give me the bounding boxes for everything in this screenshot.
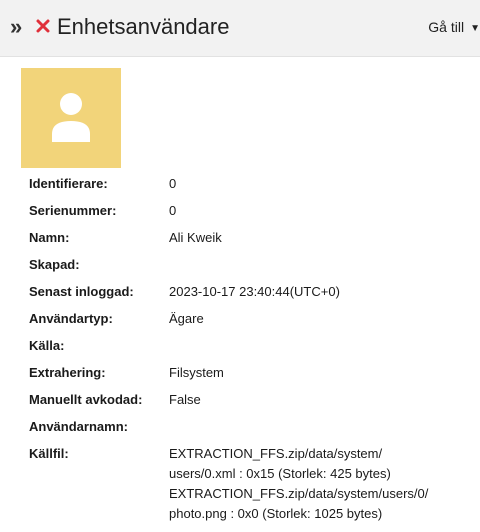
property-value: [169, 332, 469, 359]
avatar: [21, 68, 121, 168]
expand-panel-icon[interactable]: »: [10, 16, 22, 38]
property-label: Källa:: [29, 338, 65, 353]
source-file-value: EXTRACTION_FFS.zip/data/system/users/0.x…: [169, 440, 469, 524]
property-label: Namn:: [29, 230, 70, 245]
source-file-row: Källfil: EXTRACTION_FFS.zip/data/system/u…: [29, 440, 469, 524]
property-value: 0: [169, 203, 177, 218]
property-label: Användarnamn:: [29, 419, 128, 434]
property-row: Extrahering: Filsystem: [29, 359, 469, 386]
source-file-line[interactable]: photo.png : 0x0 (Storlek: 1025 bytes): [169, 504, 469, 524]
goto-label: Gå till: [428, 19, 465, 35]
source-file-label: Källfil:: [29, 446, 69, 461]
property-label: Serienummer:: [29, 203, 117, 218]
property-label: Extrahering:: [29, 365, 106, 380]
property-row: Identifierare: 0: [29, 170, 469, 197]
property-row: Senast inloggad: 2023-10-17 23:40:44(UTC+…: [29, 278, 469, 305]
property-row: Skapad:: [29, 251, 469, 278]
property-label: Skapad:: [29, 257, 80, 272]
property-value: 2023-10-17 23:40:44(UTC+0): [169, 284, 340, 299]
chevron-down-icon: ▼: [470, 23, 480, 34]
property-label: Senast inloggad:: [29, 284, 134, 299]
property-value: False: [169, 392, 201, 407]
property-value: 0: [169, 176, 177, 191]
properties-table: Identifierare: 0 Serienummer: 0 Namn: Ali Kwe…: [29, 170, 469, 524]
panel-title: Enhetsanvändare: [57, 14, 230, 39]
source-file-line[interactable]: users/0.xml : 0x15 (Storlek: 425 bytes): [169, 464, 469, 484]
property-label: Användartyp:: [29, 311, 113, 326]
property-row: Manuellt avkodad: False: [29, 386, 469, 413]
property-row: Serienummer: 0: [29, 197, 469, 224]
property-label: Manuellt avkodad:: [29, 392, 143, 407]
property-value: Ägare: [169, 311, 204, 326]
property-label: Identifierare:: [29, 176, 108, 191]
property-value: Ali Kweik: [169, 230, 222, 245]
source-file-line[interactable]: EXTRACTION_FFS.zip/data/system/users/0/: [169, 484, 469, 504]
property-value: [169, 251, 469, 278]
property-value: [169, 413, 469, 440]
user-silhouette-icon: [52, 93, 90, 142]
source-file-line[interactable]: EXTRACTION_FFS.zip/data/system/: [169, 444, 469, 464]
property-row: Användarnamn:: [29, 413, 469, 440]
goto-dropdown[interactable]: Gå till ▼: [428, 18, 480, 39]
panel-header: » Enhetsanvändare Gå till ▼: [0, 0, 480, 57]
property-row: Källa:: [29, 332, 469, 359]
property-row: Användartyp: Ägare: [29, 305, 469, 332]
property-row: Namn: Ali Kweik: [29, 224, 469, 251]
property-value: Filsystem: [169, 365, 224, 380]
close-icon[interactable]: [35, 18, 51, 34]
